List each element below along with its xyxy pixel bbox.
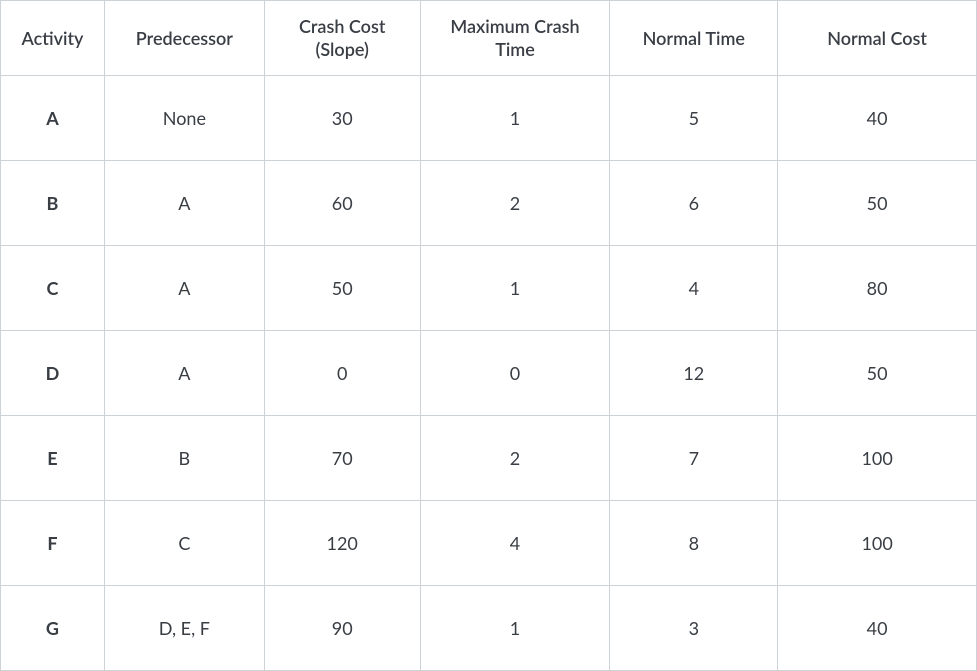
table-row: F C 120 4 8 100 — [1, 501, 977, 586]
table-row: B A 60 2 6 50 — [1, 161, 977, 246]
cell-crash-cost: 90 — [264, 586, 420, 671]
cell-normal-time: 4 — [610, 246, 778, 331]
crash-cost-table: Activity Predecessor Crash Cost (Slope) … — [0, 0, 977, 671]
cell-activity: E — [1, 416, 105, 501]
cell-crash-cost: 30 — [264, 76, 420, 161]
cell-predecessor: A — [104, 161, 264, 246]
cell-predecessor: A — [104, 331, 264, 416]
cell-activity: A — [1, 76, 105, 161]
cell-crash-cost: 120 — [264, 501, 420, 586]
cell-max-crash: 4 — [420, 501, 610, 586]
cell-normal-time: 5 — [610, 76, 778, 161]
cell-activity: B — [1, 161, 105, 246]
cell-max-crash: 1 — [420, 246, 610, 331]
col-predecessor: Predecessor — [104, 1, 264, 76]
cell-activity: D — [1, 331, 105, 416]
col-normal-time: Normal Time — [610, 1, 778, 76]
cell-normal-time: 12 — [610, 331, 778, 416]
cell-predecessor: C — [104, 501, 264, 586]
cell-normal-cost: 50 — [778, 331, 977, 416]
cell-normal-cost: 80 — [778, 246, 977, 331]
cell-activity: F — [1, 501, 105, 586]
col-activity: Activity — [1, 1, 105, 76]
table-row: C A 50 1 4 80 — [1, 246, 977, 331]
cell-crash-cost: 0 — [264, 331, 420, 416]
cell-predecessor: D, E, F — [104, 586, 264, 671]
cell-predecessor: None — [104, 76, 264, 161]
cell-max-crash: 0 — [420, 331, 610, 416]
cell-max-crash: 1 — [420, 76, 610, 161]
cell-predecessor: A — [104, 246, 264, 331]
cell-normal-time: 8 — [610, 501, 778, 586]
cell-crash-cost: 50 — [264, 246, 420, 331]
cell-crash-cost: 70 — [264, 416, 420, 501]
table-row: A None 30 1 5 40 — [1, 76, 977, 161]
table-row: E B 70 2 7 100 — [1, 416, 977, 501]
cell-normal-time: 3 — [610, 586, 778, 671]
col-normal-cost: Normal Cost — [778, 1, 977, 76]
col-max-crash-line2: Time — [421, 38, 610, 61]
cell-normal-time: 7 — [610, 416, 778, 501]
cell-normal-cost: 40 — [778, 76, 977, 161]
cell-predecessor: B — [104, 416, 264, 501]
cell-activity: G — [1, 586, 105, 671]
col-crash-cost-line1: Crash Cost — [265, 15, 420, 38]
cell-crash-cost: 60 — [264, 161, 420, 246]
cell-normal-cost: 100 — [778, 501, 977, 586]
cell-activity: C — [1, 246, 105, 331]
cell-max-crash: 2 — [420, 416, 610, 501]
cell-normal-cost: 50 — [778, 161, 977, 246]
table-row: D A 0 0 12 50 — [1, 331, 977, 416]
cell-normal-cost: 40 — [778, 586, 977, 671]
table-row: G D, E, F 90 1 3 40 — [1, 586, 977, 671]
col-max-crash: Maximum Crash Time — [420, 1, 610, 76]
table-header-row: Activity Predecessor Crash Cost (Slope) … — [1, 1, 977, 76]
cell-max-crash: 2 — [420, 161, 610, 246]
cell-normal-cost: 100 — [778, 416, 977, 501]
col-crash-cost-line2: (Slope) — [265, 38, 420, 61]
cell-normal-time: 6 — [610, 161, 778, 246]
col-max-crash-line1: Maximum Crash — [421, 15, 610, 38]
cell-max-crash: 1 — [420, 586, 610, 671]
col-crash-cost: Crash Cost (Slope) — [264, 1, 420, 76]
